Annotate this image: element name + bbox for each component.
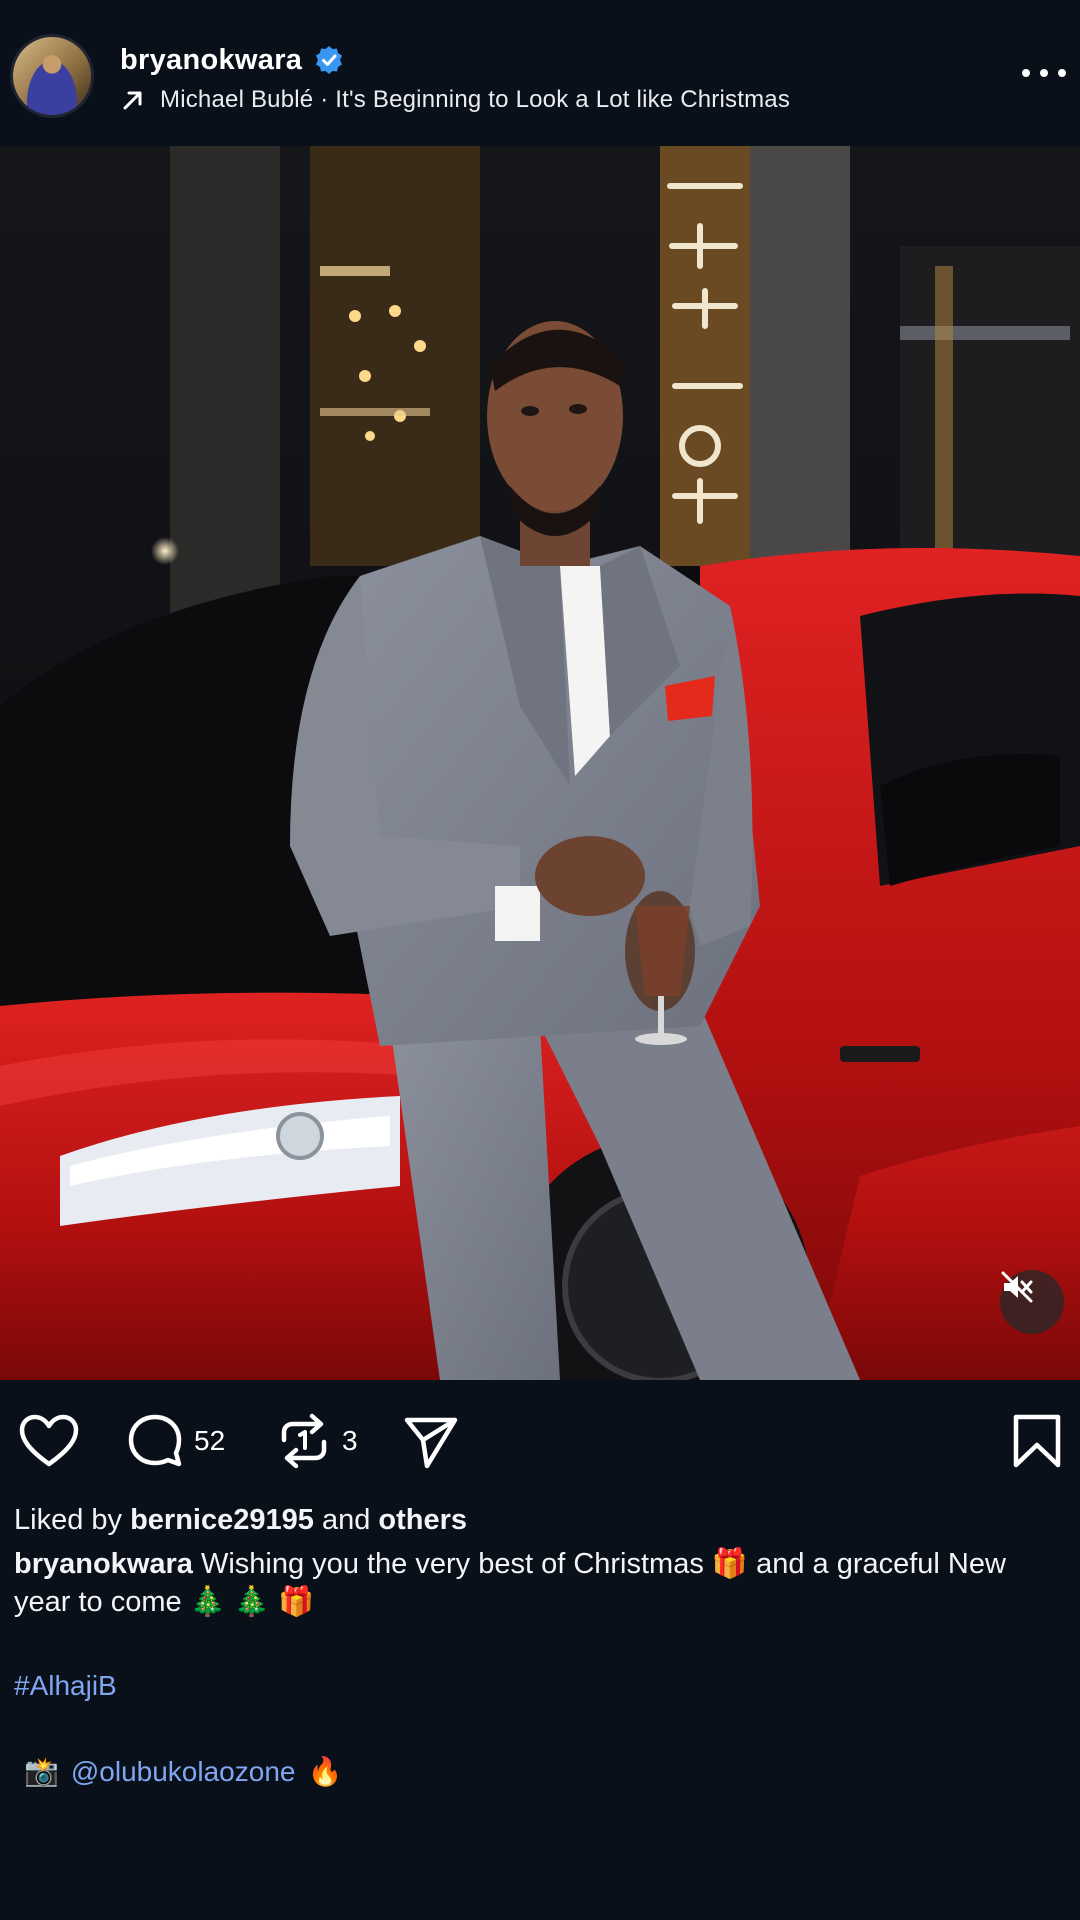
gift-emoji-2: 🎁 [278, 1584, 315, 1618]
comment-button[interactable]: 52 [126, 1412, 225, 1470]
liked-by-prefix: Liked by [14, 1504, 123, 1536]
send-icon [404, 1417, 458, 1469]
username[interactable]: bryanokwara [120, 44, 302, 77]
gift-emoji: 🎁 [711, 1546, 749, 1580]
music-track-label[interactable]: Michael Bublé · It's Beginning to Look a… [160, 86, 790, 114]
post-screen: bryanokwara Michael Bublé · It's Beginni… [0, 0, 1080, 1920]
photo-illustration [0, 146, 1080, 1380]
post-photo[interactable] [0, 146, 1080, 1380]
post-caption: bryanokwara Wishing you the very best of… [14, 1545, 1054, 1621]
repost-button[interactable]: 3 [276, 1412, 358, 1470]
caption-author[interactable]: bryanokwara [14, 1548, 193, 1580]
speaker-muted-icon [1001, 1271, 1033, 1303]
mention-link[interactable]: @olubukolaozone [71, 1756, 296, 1788]
heart-icon [19, 1414, 79, 1467]
save-button[interactable] [1012, 1412, 1062, 1470]
action-bar: 52 3 [0, 1400, 1080, 1480]
share-button[interactable] [402, 1412, 460, 1470]
more-options-button[interactable] [1022, 58, 1066, 88]
christmas-tree-emoji-2: 🎄 [233, 1584, 270, 1618]
music-row[interactable]: Michael Bublé · It's Beginning to Look a… [120, 82, 790, 118]
christmas-tree-emoji: 🎄 [189, 1584, 226, 1618]
liked-by-others[interactable]: others [378, 1504, 467, 1536]
repost-icon [281, 1413, 327, 1469]
caption-text-1: Wishing you the very best of Christmas [200, 1548, 704, 1580]
liked-by-line[interactable]: Liked by bernice29195 and others [14, 1504, 467, 1537]
username-row: bryanokwara [120, 40, 344, 80]
arrow-up-right-icon [120, 87, 146, 113]
fire-emoji: 🔥 [307, 1755, 343, 1788]
verified-badge-icon [314, 45, 344, 75]
avatar[interactable] [10, 34, 94, 118]
liked-by-user[interactable]: bernice29195 [130, 1504, 314, 1536]
more-dots-icon [1022, 69, 1030, 77]
mute-toggle-button[interactable] [1000, 1270, 1064, 1334]
comment-bubble-icon [128, 1414, 182, 1467]
hashtag-link[interactable]: #AlhajiB [14, 1670, 117, 1702]
photo-credit: 📸 @olubukolaozone 🔥 [24, 1755, 342, 1788]
bookmark-icon [1013, 1414, 1061, 1468]
post-header: bryanokwara Michael Bublé · It's Beginni… [0, 0, 1080, 146]
comment-count: 52 [194, 1425, 226, 1456]
like-button[interactable] [18, 1412, 80, 1470]
liked-by-and: and [321, 1504, 371, 1536]
camera-flash-emoji: 📸 [24, 1755, 59, 1788]
repost-count: 3 [342, 1425, 358, 1456]
